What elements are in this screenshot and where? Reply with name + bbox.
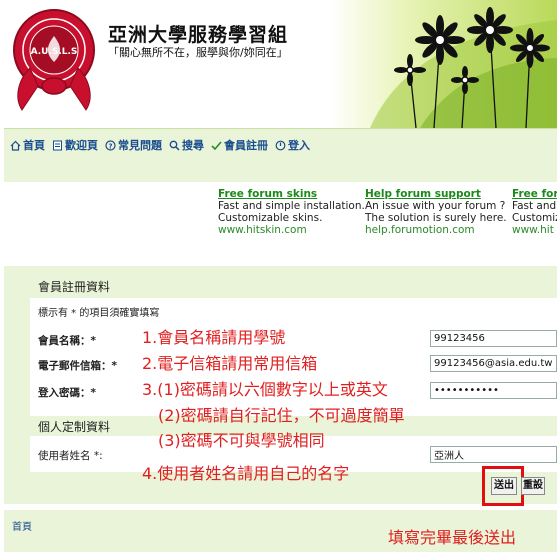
reset-button[interactable]: 重設: [521, 477, 545, 495]
svg-text:?: ?: [108, 142, 112, 150]
header-flower-art: [330, 0, 557, 128]
hint-username: 1.會員名稱請用學號: [142, 328, 286, 347]
nav-menu: 首頁 歡迎頁 ? 常見問題 搜尋 會員註冊 登入: [10, 137, 310, 153]
nav-item-login-label: 登入: [288, 139, 310, 152]
required-note: 標示有 * 的項目須確實填寫: [38, 308, 160, 319]
username-input[interactable]: [430, 330, 557, 347]
page-icon: [53, 140, 62, 150]
nav-item-register-label: 會員註冊: [224, 139, 268, 152]
ad-title[interactable]: Free for: [512, 188, 557, 200]
ad-line: Customizable skins.: [218, 212, 323, 224]
question-icon: ?: [105, 139, 116, 151]
hint-email: 2.電子信箱請用常用信箱: [142, 354, 318, 373]
submit-button[interactable]: 送出: [491, 477, 517, 495]
section-title-member: 會員註冊資料: [38, 280, 111, 294]
nav-item-login[interactable]: 登入: [275, 137, 310, 153]
footer-instruction: 填寫完畢最後送出: [388, 528, 517, 547]
ad-line: An issue with your forum ?: [365, 200, 506, 212]
nav-item-home[interactable]: 首頁: [10, 137, 45, 153]
nav-item-welcome[interactable]: 歡迎頁: [52, 137, 98, 153]
email-label: 電子郵件信箱：*: [38, 360, 117, 372]
site-title: 亞洲大學服務學習組: [108, 24, 289, 46]
footer-home-link[interactable]: 首頁: [12, 518, 32, 533]
registration-form-panel: 會員註冊資料 標示有 * 的項目須確實填寫 會員名稱：* 電子郵件信箱：* 登入…: [4, 266, 557, 506]
site-motto: 「關心無所不在，服學與你/妳同在」: [108, 46, 288, 59]
hint-password-2: (2)密碼請自行記住，不可過度簡單: [158, 406, 405, 425]
password-label: 登入密碼：*: [38, 387, 96, 399]
nav-item-faq[interactable]: ? 常見問題: [105, 137, 162, 153]
register-icon: [211, 140, 222, 150]
hint-display-name: 4.使用者姓名請用自己的名字: [142, 464, 350, 483]
hint-password-1: 3.(1)密碼請以六個數字以上或英文: [142, 380, 388, 399]
display-name-input[interactable]: [430, 446, 557, 463]
page-footer: 首頁 填寫完畢最後送出: [4, 510, 557, 552]
nav-item-faq-label: 常見問題: [118, 139, 162, 152]
email-input[interactable]: [430, 355, 557, 372]
nav-item-welcome-label: 歡迎頁: [65, 139, 98, 152]
ad-title[interactable]: Free forum skins: [218, 188, 368, 200]
ad-block-support[interactable]: Help forum support An issue with your fo…: [365, 188, 515, 236]
ad-line: The solution is surely here.: [365, 212, 507, 224]
nav-item-search-label: 搜尋: [182, 139, 204, 152]
ad-line: Fast and simple installation.: [218, 200, 365, 212]
ad-url[interactable]: www.hitskin.com: [218, 224, 368, 236]
home-icon: [10, 140, 21, 151]
ad-strip: Free forum skins Fast and simple install…: [0, 186, 557, 236]
site-header: A.U.S.L.S 亞洲大學服務學習組 「關心無所不在，服學與你/妳同在」: [0, 0, 557, 128]
password-input[interactable]: [430, 382, 557, 399]
ad-title[interactable]: Help forum support: [365, 188, 515, 200]
nav-item-home-label: 首頁: [23, 139, 45, 152]
hint-password-3: (3)密碼不可與學號相同: [158, 431, 325, 450]
ad-url[interactable]: www.hit: [512, 224, 557, 236]
navigation-bar: 首頁 歡迎頁 ? 常見問題 搜尋 會員註冊 登入: [4, 128, 557, 182]
ad-line: Customiz: [512, 212, 557, 224]
nav-item-register[interactable]: 會員註冊: [211, 137, 268, 153]
ad-block-skins[interactable]: Free forum skins Fast and simple install…: [218, 188, 368, 236]
section-title-profile: 個人定制資料: [38, 420, 111, 434]
display-name-label: 使用者姓名 *:: [38, 450, 103, 462]
ad-block-truncated[interactable]: Free for Fast and Customiz www.hit: [512, 188, 557, 236]
site-logo: A.U.S.L.S: [13, 9, 95, 111]
username-label: 會員名稱：*: [38, 335, 96, 347]
search-icon: [169, 140, 180, 151]
nav-item-search[interactable]: 搜尋: [169, 137, 204, 153]
ad-url[interactable]: help.forumotion.com: [365, 224, 515, 236]
logo-text: A.U.S.L.S: [31, 47, 78, 57]
login-icon: [275, 140, 286, 150]
ad-line: Fast and: [512, 200, 557, 212]
